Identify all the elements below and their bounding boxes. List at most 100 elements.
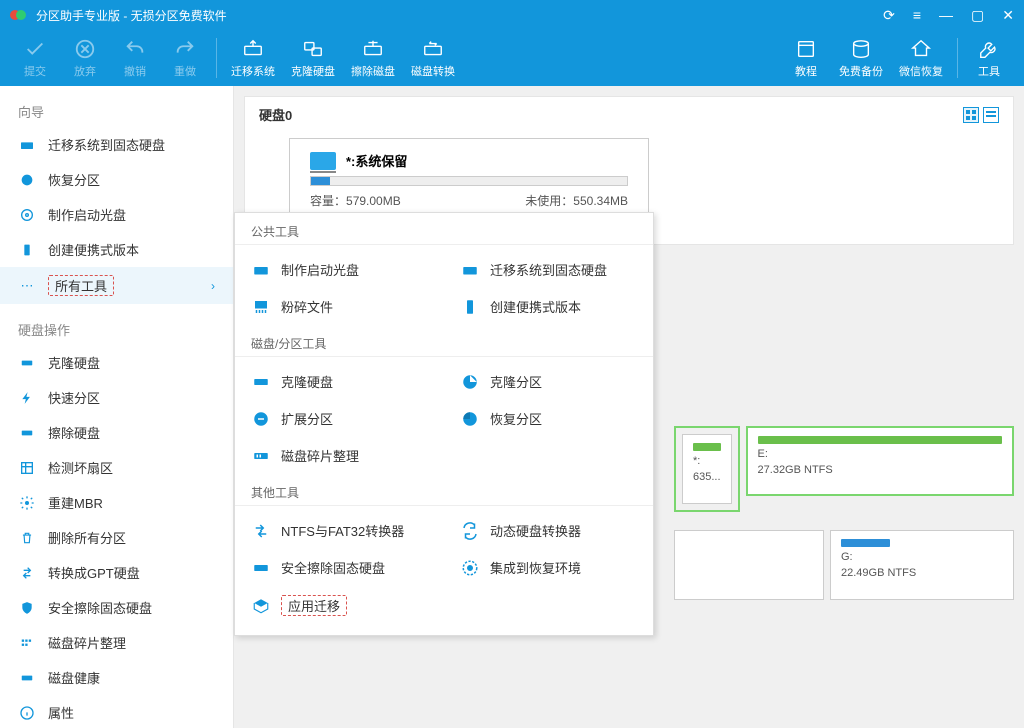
scan-icon <box>18 460 36 476</box>
sidebar-item-rebuild-mbr[interactable]: 重建MBR <box>0 485 233 520</box>
cancel-icon <box>72 38 98 60</box>
eraser-icon <box>18 425 36 441</box>
disc-icon <box>251 261 271 279</box>
disk-map: *:635... E:27.32GB NTFS G:22.49GB NTFS <box>674 426 1014 618</box>
migrate-system-button[interactable]: 迁移系统 <box>223 34 283 83</box>
extend-icon <box>251 410 271 428</box>
recover-pie-icon <box>460 410 480 428</box>
drive-arrow-icon <box>240 38 266 60</box>
popup-item-ntfs-fat32[interactable]: NTFS与FAT32转换器 <box>235 512 444 549</box>
popup-item-recover-partition[interactable]: 恢复分区 <box>444 400 653 437</box>
toolbar-separator <box>957 38 958 78</box>
view-grid-button[interactable] <box>963 107 979 123</box>
wipe-disk-button[interactable]: 擦除磁盘 <box>343 34 403 83</box>
popup-item-clone-disk[interactable]: 克隆硬盘 <box>235 363 444 400</box>
popup-item-dynamic-convert[interactable]: 动态硬盘转换器 <box>444 512 653 549</box>
maximize-icon[interactable]: ▢ <box>971 7 984 24</box>
refresh-icon[interactable]: ⟳ <box>883 7 895 24</box>
chevron-right-icon: › <box>211 279 215 293</box>
clone-disk-icon <box>251 373 271 391</box>
wechat-icon <box>908 38 934 60</box>
trash-icon <box>18 530 36 546</box>
minimize-icon[interactable]: — <box>939 7 953 23</box>
disk-map-partition[interactable]: E:27.32GB NTFS <box>746 426 1014 496</box>
book-icon <box>793 38 819 60</box>
convert-disk-button[interactable]: 磁盘转换 <box>403 34 463 83</box>
sidebar-item-make-bootdisc[interactable]: 制作启动光盘 <box>0 197 233 232</box>
sidebar-item-secure-erase-ssd[interactable]: 安全擦除固态硬盘 <box>0 590 233 625</box>
dynamic-icon <box>460 522 480 540</box>
sidebar-item-portable[interactable]: 创建便携式版本 <box>0 232 233 267</box>
pie-icon <box>460 373 480 391</box>
unused-text: 未使用：550.34MB <box>525 192 628 209</box>
info-icon <box>18 705 36 721</box>
commit-button[interactable]: 提交 <box>10 34 60 83</box>
close-icon[interactable]: ✕ <box>1002 7 1014 24</box>
usb-icon <box>460 298 480 316</box>
defrag-icon <box>251 447 271 465</box>
convert-icon <box>420 38 446 60</box>
redo-icon <box>172 38 198 60</box>
popup-item-defrag[interactable]: 磁盘碎片整理 <box>235 437 444 474</box>
popup-item-shred[interactable]: 粉碎文件 <box>235 288 444 325</box>
sidebar-item-wipe-disk[interactable]: 擦除硬盘 <box>0 415 233 450</box>
sidebar-item-migrate-ssd[interactable]: 迁移系统到固态硬盘 <box>0 127 233 162</box>
popup-item-integrate-recovery[interactable]: 集成到恢复环境 <box>444 549 653 586</box>
check-icon <box>22 38 48 60</box>
popup-item-bootdisc[interactable]: 制作启动光盘 <box>235 251 444 288</box>
bolt-icon <box>18 390 36 406</box>
sidebar-item-recover-partition[interactable]: 恢复分区 <box>0 162 233 197</box>
clone-icon <box>300 38 326 60</box>
tutorial-button[interactable]: 教程 <box>781 34 831 83</box>
dots-icon: ⋯ <box>18 278 36 294</box>
defrag-icon <box>18 635 36 651</box>
discard-button[interactable]: 放弃 <box>60 34 110 83</box>
disk-map-group-green: *:635... <box>674 426 740 512</box>
menu-icon[interactable]: ≡ <box>913 7 921 23</box>
sidebar-item-clone-disk[interactable]: 克隆硬盘 <box>0 345 233 380</box>
main-area: 向导 迁移系统到固态硬盘 恢复分区 制作启动光盘 创建便携式版本 ⋯所有工具› … <box>0 86 1024 728</box>
popup-item-portable[interactable]: 创建便携式版本 <box>444 288 653 325</box>
redo-button[interactable]: 重做 <box>160 34 210 83</box>
all-tools-popup: 公共工具 制作启动光盘 迁移系统到固态硬盘 粉碎文件 创建便携式版本 磁盘/分区… <box>234 212 654 636</box>
sidebar-header-wizard: 向导 <box>0 96 233 127</box>
sidebar-item-all-tools[interactable]: ⋯所有工具› <box>0 267 233 304</box>
popup-item-secure-erase[interactable]: 安全擦除固态硬盘 <box>235 549 444 586</box>
disk-map-partition[interactable]: *:635... <box>682 434 732 504</box>
content-area: 硬盘0 *:系统保留 容量：579.00MB 未使用：550.34MB <box>234 86 1024 728</box>
popup-item-extend-partition[interactable]: 扩展分区 <box>235 400 444 437</box>
convert-fs-icon <box>251 522 271 540</box>
wipe-icon <box>360 38 386 60</box>
disk-map-empty[interactable] <box>674 530 824 600</box>
titlebar: 分区助手专业版 - 无损分区免费软件 ⟳ ≡ — ▢ ✕ <box>0 0 1024 30</box>
popup-item-app-migrate[interactable]: 应用迁移 <box>235 586 444 625</box>
popup-section-other: 其他工具 <box>235 474 653 506</box>
undo-button[interactable]: 撤销 <box>110 34 160 83</box>
clone-disk-button[interactable]: 克隆硬盘 <box>283 34 343 83</box>
disk-map-partition[interactable]: G:22.49GB NTFS <box>830 530 1014 600</box>
health-icon <box>18 670 36 686</box>
wechat-recover-button[interactable]: 微信恢复 <box>891 34 951 83</box>
partition-card[interactable]: *:系统保留 容量：579.00MB 未使用：550.34MB <box>289 138 649 222</box>
popup-section-public: 公共工具 <box>235 213 653 245</box>
popup-item-migrate-ssd[interactable]: 迁移系统到固态硬盘 <box>444 251 653 288</box>
disc-icon <box>18 207 36 223</box>
free-backup-button[interactable]: 免费备份 <box>831 34 891 83</box>
sidebar-item-defrag[interactable]: 磁盘碎片整理 <box>0 625 233 660</box>
sidebar-item-disk-health[interactable]: 磁盘健康 <box>0 660 233 695</box>
toolbar: 提交 放弃 撤销 重做 迁移系统 克隆硬盘 擦除磁盘 磁盘转换 教程 免费备份 … <box>0 30 1024 86</box>
toolbar-separator <box>216 38 217 78</box>
sidebar-item-bad-sector[interactable]: 检测坏扇区 <box>0 450 233 485</box>
tools-button[interactable]: 工具 <box>964 34 1014 83</box>
popup-item-clone-partition[interactable]: 克隆分区 <box>444 363 653 400</box>
gear-icon <box>18 495 36 511</box>
ssd-icon <box>18 137 36 153</box>
sidebar: 向导 迁移系统到固态硬盘 恢复分区 制作启动光盘 创建便携式版本 ⋯所有工具› … <box>0 86 234 728</box>
sidebar-item-quick-partition[interactable]: 快速分区 <box>0 380 233 415</box>
sidebar-item-convert-gpt[interactable]: 转换成GPT硬盘 <box>0 555 233 590</box>
view-list-button[interactable] <box>983 107 999 123</box>
sidebar-item-delete-all[interactable]: 删除所有分区 <box>0 520 233 555</box>
app-logo-icon <box>10 8 28 22</box>
swap-icon <box>18 565 36 581</box>
sidebar-item-properties[interactable]: 属性 <box>0 695 233 728</box>
